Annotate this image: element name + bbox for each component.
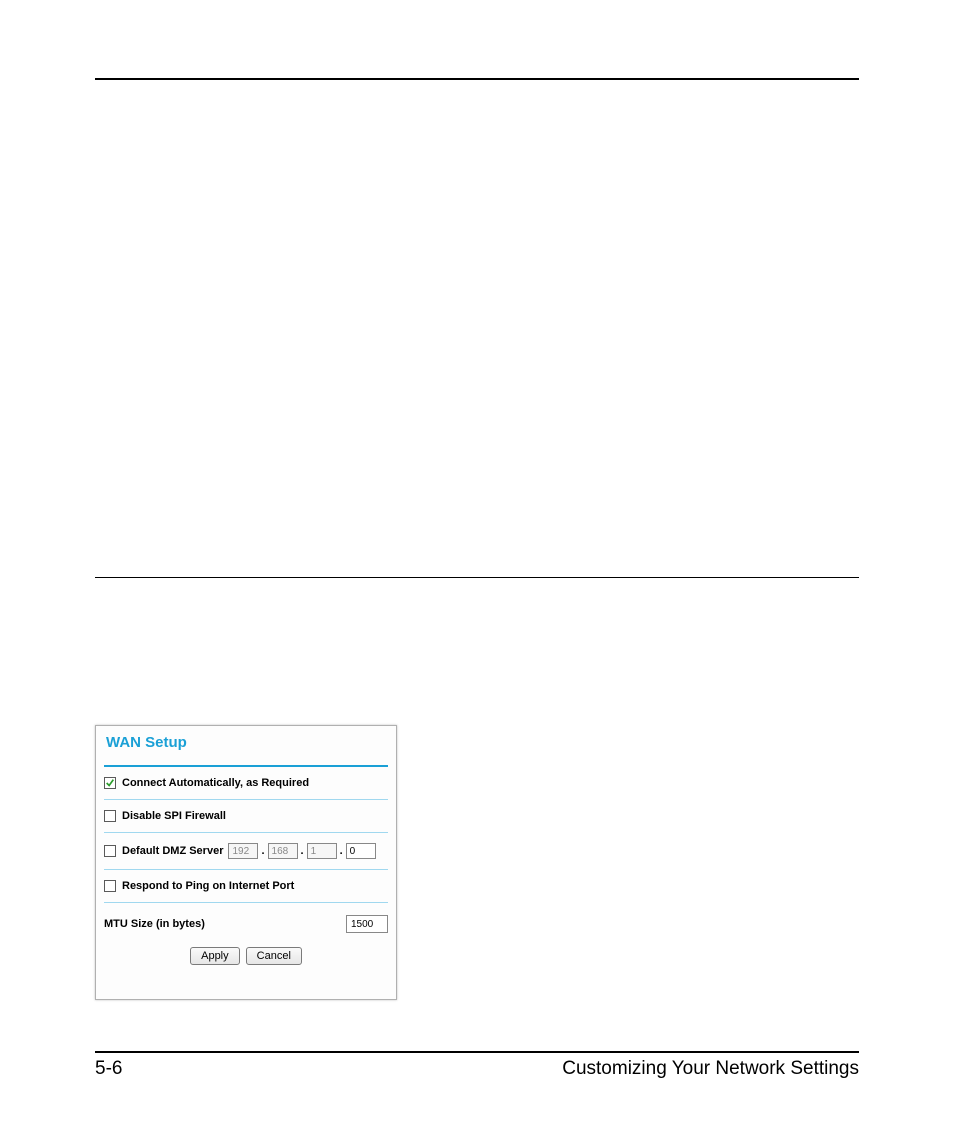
mtu-input[interactable] (346, 915, 388, 933)
wan-setup-panel: WAN Setup Connect Automatically, as Requ… (95, 725, 397, 1000)
checkbox-dmz[interactable] (104, 845, 116, 857)
label-mtu-bold: MTU Size (104, 918, 153, 930)
checkbox-connect-auto[interactable] (104, 777, 116, 789)
label-connect-auto: Connect Automatically, as Required (122, 777, 309, 789)
checkbox-disable-spi[interactable] (104, 810, 116, 822)
row-dmz: Default DMZ Server . . . (104, 833, 388, 861)
button-row: Apply Cancel (104, 947, 388, 965)
row-disable-spi: Disable SPI Firewall (104, 800, 388, 824)
label-mtu-light: (in bytes) (153, 918, 205, 930)
dot-icon: . (259, 845, 266, 857)
label-mtu: MTU Size (in bytes) (104, 918, 205, 930)
dmz-ip-group: . . . (227, 843, 376, 859)
document-page: WAN Setup Connect Automatically, as Requ… (0, 0, 954, 1145)
panel-title: WAN Setup (106, 734, 388, 751)
dmz-ip-octet-1[interactable] (228, 843, 258, 859)
cancel-button[interactable]: Cancel (246, 947, 302, 965)
label-disable-spi: Disable SPI Firewall (122, 810, 226, 822)
label-respond-ping: Respond to Ping on Internet Port (122, 880, 294, 892)
page-number: 5-6 (95, 1058, 122, 1080)
dot-icon: . (338, 845, 345, 857)
checkbox-respond-ping[interactable] (104, 880, 116, 892)
dmz-ip-octet-4[interactable] (346, 843, 376, 859)
middle-horizontal-rule (95, 577, 859, 578)
label-dmz: Default DMZ Server (122, 845, 223, 857)
row-mtu: MTU Size (in bytes) (104, 903, 388, 937)
check-icon (105, 778, 115, 788)
top-horizontal-rule (95, 78, 859, 80)
apply-button[interactable]: Apply (190, 947, 240, 965)
bottom-horizontal-rule (95, 1051, 859, 1053)
row-connect-auto: Connect Automatically, as Required (104, 767, 388, 791)
section-title: Customizing Your Network Settings (562, 1058, 859, 1080)
page-footer: 5-6 Customizing Your Network Settings (95, 1058, 859, 1080)
row-respond-ping: Respond to Ping on Internet Port (104, 870, 388, 894)
dmz-ip-octet-3[interactable] (307, 843, 337, 859)
dmz-ip-octet-2[interactable] (268, 843, 298, 859)
dot-icon: . (299, 845, 306, 857)
